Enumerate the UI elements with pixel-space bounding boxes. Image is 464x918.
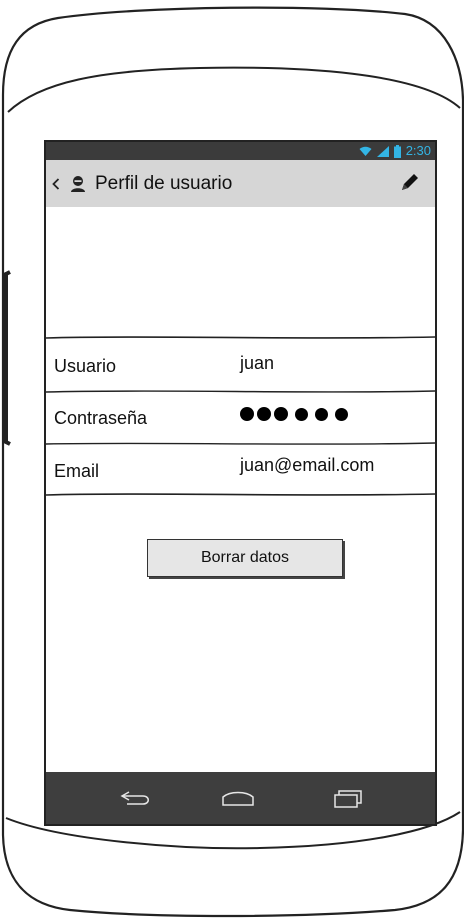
nav-bar (46, 772, 435, 824)
home-icon[interactable] (214, 782, 262, 814)
pencil-icon[interactable] (399, 171, 421, 198)
battery-icon (393, 144, 401, 158)
password-label: Contraseña (54, 408, 148, 428)
email-value: juan@email.com (240, 455, 375, 475)
screen: 2:30 Perfil de usuario Usuario juan Cont… (46, 142, 435, 824)
page-title: Perfil de usuario (95, 172, 233, 194)
status-bar: 2:30 (46, 142, 435, 160)
side-button (4, 270, 11, 446)
chevron-left-icon[interactable] (52, 177, 64, 190)
signal-icon (376, 145, 389, 157)
action-bar: Perfil de usuario (46, 160, 435, 207)
recent-apps-icon[interactable] (324, 782, 372, 814)
wifi-icon (359, 146, 372, 157)
clear-data-button[interactable]: Borrar datos (147, 539, 343, 577)
email-label: Email (54, 461, 100, 481)
username-label: Usuario (54, 356, 117, 376)
status-time: 2:30 (405, 143, 431, 158)
row-separators (46, 336, 435, 496)
user-icon (69, 175, 87, 193)
username-value: juan (240, 353, 275, 373)
back-icon[interactable] (112, 782, 160, 814)
password-value (240, 407, 348, 421)
